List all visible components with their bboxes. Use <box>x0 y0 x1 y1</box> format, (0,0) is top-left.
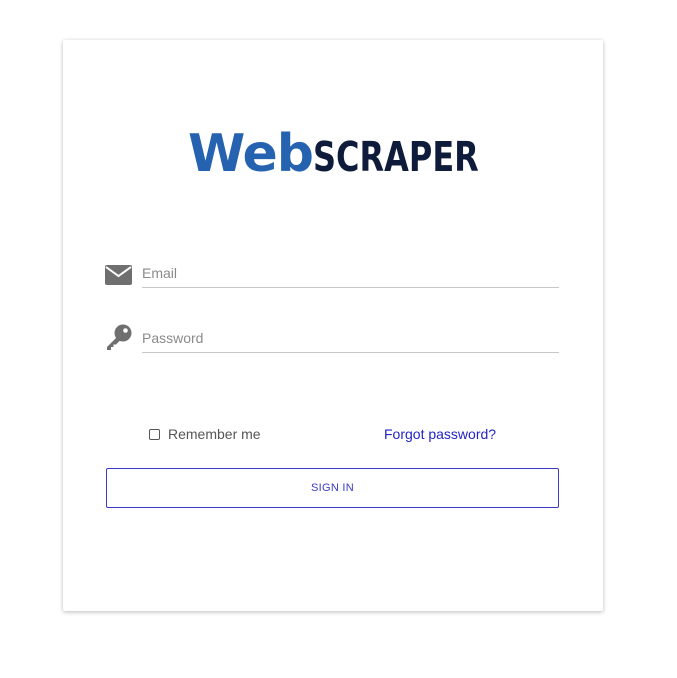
password-field-group <box>105 323 559 357</box>
remember-me-checkbox[interactable] <box>149 428 160 440</box>
login-card: Web SCRAPER Remember me Forgot password?… <box>63 40 603 611</box>
remember-me[interactable]: Remember me <box>149 426 261 442</box>
email-input[interactable] <box>142 258 559 288</box>
forgot-password-link[interactable]: Forgot password? <box>384 426 496 442</box>
email-field-group <box>105 258 559 292</box>
key-icon <box>105 324 133 353</box>
logo-scraper-text: SCRAPER <box>313 133 479 181</box>
logo-web-text: Web <box>188 124 314 184</box>
remember-me-label: Remember me <box>168 426 261 442</box>
password-input[interactable] <box>142 323 559 353</box>
webscraper-logo: Web SCRAPER <box>188 128 526 188</box>
sign-in-button[interactable]: SIGN IN <box>106 468 559 508</box>
envelope-icon <box>105 262 133 288</box>
